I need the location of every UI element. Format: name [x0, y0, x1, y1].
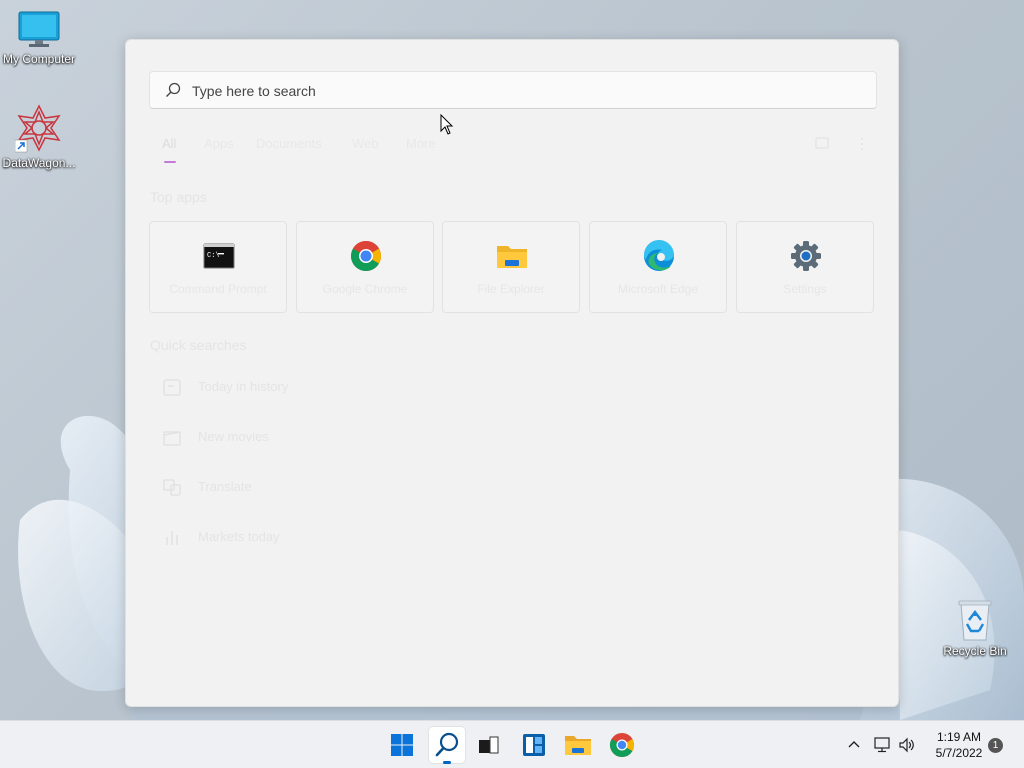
quick-search-label: Markets today [198, 529, 280, 544]
search-panel: All Apps Documents Web More Top apps C:\… [125, 39, 899, 707]
app-tile-microsoft-edge[interactable]: Microsoft Edge [589, 221, 727, 313]
active-indicator [443, 761, 451, 764]
chevron-up-icon[interactable] [846, 737, 862, 758]
search-icon [165, 82, 181, 103]
desktop-icon-label: My Computer [2, 52, 76, 66]
desktop-icon-datawagon[interactable]: DataWagon... [1, 104, 77, 170]
task-view-icon [479, 736, 499, 754]
chart-icon [162, 527, 182, 547]
tab-more[interactable]: More [406, 136, 436, 151]
folder-icon [565, 736, 591, 755]
app-tile-google-chrome[interactable]: Google Chrome [296, 221, 434, 313]
notification-badge[interactable]: 1 [988, 738, 1003, 753]
calendar-icon [162, 377, 182, 397]
search-input[interactable] [190, 72, 854, 110]
command-prompt-icon: C:\ [203, 240, 235, 272]
volume-icon[interactable] [898, 736, 916, 759]
quick-search-label: Today in history [198, 379, 289, 394]
tab-apps[interactable]: Apps [204, 136, 234, 151]
search-box[interactable] [149, 71, 877, 110]
desktop-icon-label: Recycle Bin [943, 644, 1007, 658]
desktop-icon-recycle-bin[interactable]: Recycle Bin [937, 598, 1013, 658]
clock[interactable]: 1:19 AM 5/7/2022 [928, 729, 990, 761]
edge-icon [643, 239, 675, 272]
network-icon[interactable] [873, 736, 891, 759]
taskbar-chrome-button[interactable] [604, 727, 640, 763]
taskbar-widgets-button[interactable] [516, 727, 552, 763]
movie-icon [162, 427, 182, 447]
top-apps-heading: Top apps [150, 189, 207, 205]
app-tile-command-prompt[interactable]: C:\ Command Prompt [149, 221, 287, 313]
monitor-icon [17, 10, 61, 50]
clock-date: 5/7/2022 [935, 746, 983, 760]
clock-time: 1:19 AM [936, 730, 982, 744]
tab-all[interactable]: All [162, 136, 176, 151]
chrome-icon [350, 240, 382, 272]
tab-documents[interactable]: Documents [256, 136, 322, 151]
datawagon-icon [14, 104, 63, 154]
desktop-icon-my-computer[interactable]: My Computer [1, 10, 77, 66]
chrome-icon [609, 733, 635, 758]
file-explorer-icon [496, 240, 528, 272]
app-tile-label: Settings [783, 282, 827, 296]
quick-searches-heading: Quick searches [150, 337, 247, 353]
settings-gear-icon [790, 240, 822, 272]
taskbar-search-button[interactable] [429, 727, 465, 764]
widgets-icon [523, 734, 545, 756]
taskbar-file-explorer-button[interactable] [560, 727, 596, 763]
translate-icon [162, 477, 182, 497]
app-tile-label: Microsoft Edge [617, 282, 699, 296]
active-tab-indicator [164, 161, 176, 163]
quick-search-label: Translate [198, 479, 252, 494]
taskbar-task-view-button[interactable] [470, 727, 506, 763]
app-tile-label: Google Chrome [322, 282, 408, 296]
recycle-bin-icon [955, 598, 995, 642]
search-icon [435, 732, 459, 757]
app-tile-label: Command Prompt [169, 282, 267, 296]
taskbar-start-button[interactable] [384, 727, 420, 763]
desktop-icon-label: DataWagon... [2, 156, 76, 170]
app-tile-file-explorer[interactable]: File Explorer [442, 221, 580, 313]
tab-web[interactable]: Web [352, 136, 379, 151]
mouse-cursor-icon [440, 113, 454, 141]
svg-text:C:\: C:\ [207, 252, 220, 260]
taskbar: 1:19 AM 5/7/2022 1 [0, 720, 1024, 768]
quick-search-label: New movies [198, 429, 269, 444]
more-options-icon[interactable] [854, 136, 870, 157]
app-tile-label: File Explorer [477, 282, 545, 296]
feedback-icon[interactable] [814, 136, 830, 157]
windows-logo-icon [391, 734, 413, 756]
app-tile-settings[interactable]: Settings [736, 221, 874, 313]
